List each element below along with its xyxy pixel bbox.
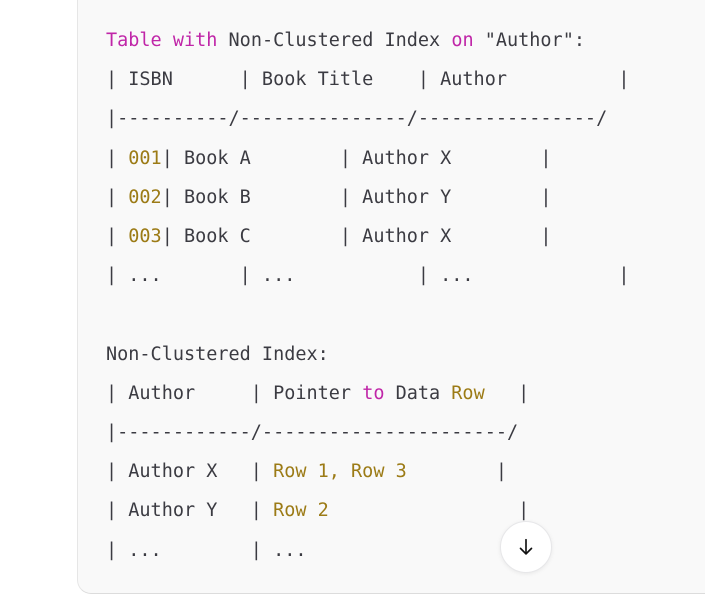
pointer-cell: ... xyxy=(273,539,307,561)
isbn-value: 001 xyxy=(128,147,162,169)
row-remainder: | Book C | Author X | xyxy=(161,226,552,248)
keyword-with: with xyxy=(172,30,218,51)
author-cell: | Author X | xyxy=(106,461,274,483)
table1-row: | 001| Book A | Author X | xyxy=(106,139,705,178)
table1-row: | 003| Book C | Author X | xyxy=(106,217,705,256)
pointer-cell: Row 2 xyxy=(273,500,329,522)
section2-title: Non-Clustered Index: xyxy=(106,343,329,365)
table1-separator-row: |----------/---------------/------------… xyxy=(106,108,608,130)
pipe-glyph: | xyxy=(106,147,129,169)
keyword-to: to xyxy=(362,382,385,404)
isbn-value: 002 xyxy=(128,186,162,208)
isbn-value: 003 xyxy=(128,226,162,248)
table2-row: | ... | ... | xyxy=(106,531,705,570)
scroll-to-bottom-button[interactable] xyxy=(500,521,552,573)
table1-row: | 002| Book B | Author Y | xyxy=(106,178,705,217)
code-blank-line xyxy=(106,295,705,334)
table2-row: | Author Y | Row 2 | xyxy=(106,491,705,530)
author-cell: | ... | xyxy=(106,539,274,561)
row-suffix: | xyxy=(406,461,507,483)
header-row-word: Row xyxy=(451,382,485,404)
pointer-cell: Row 1, Row 3 xyxy=(273,461,407,483)
header-suffix: | xyxy=(484,382,530,404)
header-middle: Data xyxy=(384,382,452,404)
row-suffix: | xyxy=(306,539,530,561)
arrow-down-icon xyxy=(515,536,537,558)
pipe-glyph: | xyxy=(106,186,129,208)
row-remainder: | Book B | Author Y | xyxy=(161,186,552,208)
row-suffix: | xyxy=(328,500,530,522)
table2-header-row: | Author | Pointer to Data Row | xyxy=(106,374,705,413)
header-prefix: | Author | Pointer xyxy=(106,382,363,404)
table1-ellipsis-row: | ... | ... | ... | xyxy=(106,265,630,287)
pipe-glyph: | xyxy=(106,226,129,248)
heading-subject: Non-Clustered Index xyxy=(228,30,441,51)
code-content: Table with Non-Clustered Index on "Autho… xyxy=(106,21,705,570)
keyword-table: Table xyxy=(106,30,162,51)
table1-header-row: | ISBN | Book Title | Author | xyxy=(106,69,630,91)
row-remainder: | Book A | Author X | xyxy=(161,147,552,169)
screen-root: Table with Non-Clustered Index on "Autho… xyxy=(0,0,705,601)
code-line-heading: Table with Non-Clustered Index on "Autho… xyxy=(106,21,705,60)
table2-separator-row: |------------/----------------------/ xyxy=(106,422,519,444)
code-block-panel: Table with Non-Clustered Index on "Autho… xyxy=(77,0,705,594)
keyword-on: on xyxy=(451,30,474,51)
author-cell: | Author Y | xyxy=(106,500,274,522)
table2-row: | Author X | Row 1, Row 3 | xyxy=(106,452,705,491)
heading-object: "Author": xyxy=(484,30,585,51)
